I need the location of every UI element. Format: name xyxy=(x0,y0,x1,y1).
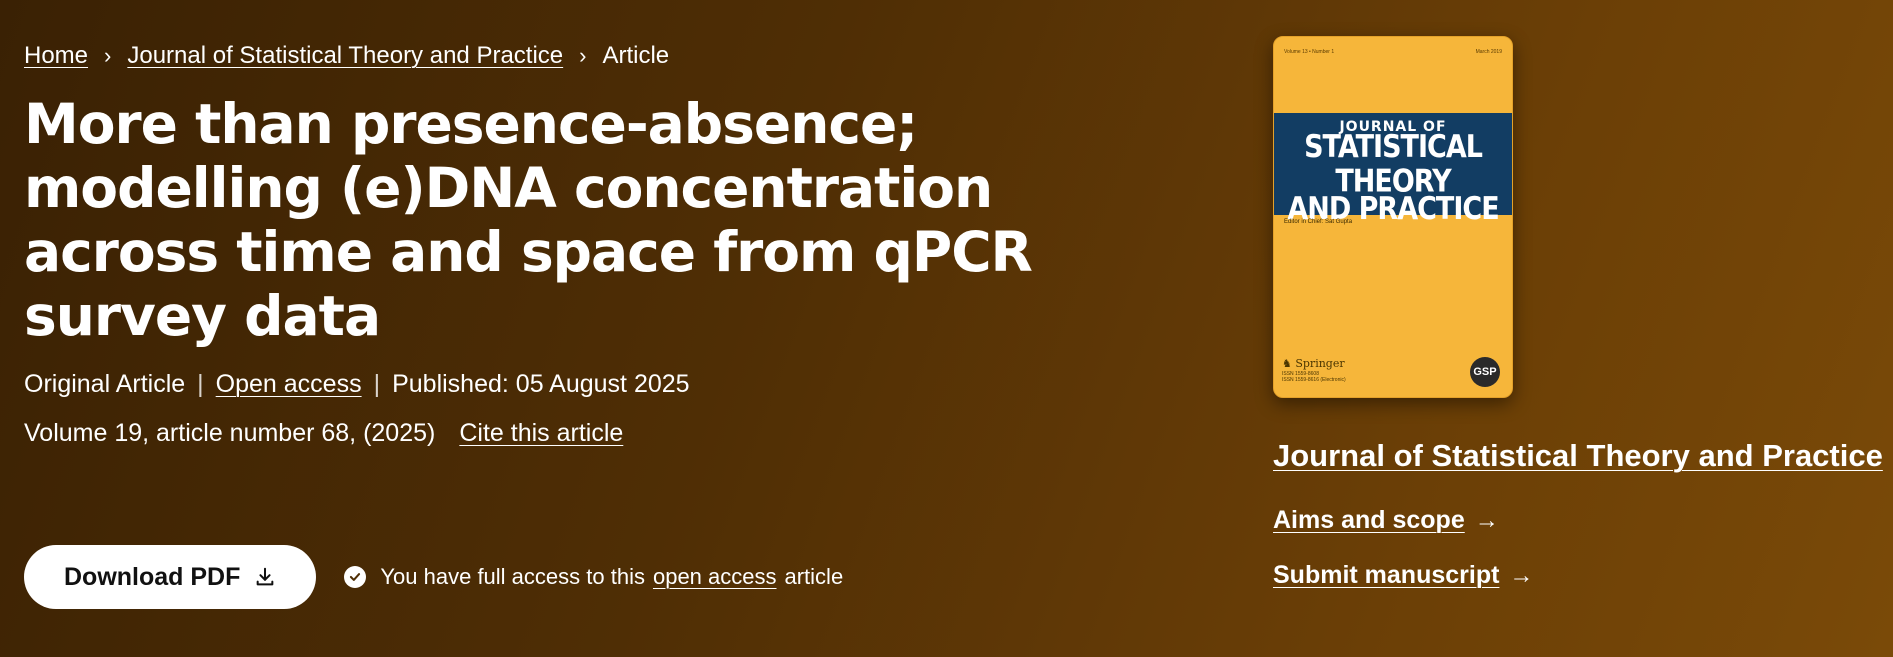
breadcrumb-journal-link[interactable]: Journal of Statistical Theory and Practi… xyxy=(127,42,563,70)
volume-info: Volume 19, article number 68, (2025) xyxy=(24,419,436,447)
journal-title-link[interactable]: Journal of Statistical Theory and Practi… xyxy=(1273,438,1883,474)
cover-date: March 2019 xyxy=(1475,49,1502,55)
download-pdf-button[interactable]: Download PDF xyxy=(24,545,317,609)
article-volume-row: Volume 19, article number 68, (2025) Cit… xyxy=(24,419,1154,448)
download-row: Download PDF You have full access to thi… xyxy=(24,545,843,609)
cover-title-band: JOURNAL OF STATISTICAL THEORY AND PRACTI… xyxy=(1274,113,1512,227)
journal-sidebar: Journal of Statistical Theory and Practi… xyxy=(1273,438,1883,590)
cover-publisher: Springer xyxy=(1295,357,1345,370)
arrow-right-icon: → xyxy=(1509,561,1534,589)
cover-issue: Volume 13 • Number 1 xyxy=(1284,49,1335,55)
download-pdf-label: Download PDF xyxy=(64,562,241,591)
springer-logo: ♞ Springer xyxy=(1282,357,1345,370)
breadcrumb-current: Article xyxy=(602,42,670,69)
check-circle-icon xyxy=(344,566,367,588)
cite-article-link[interactable]: Cite this article xyxy=(459,419,623,448)
download-icon xyxy=(257,567,274,586)
cover-isbn2: ISSN 1559-8616 (Electronic) xyxy=(1282,377,1346,383)
chevron-right-icon: › xyxy=(579,43,587,68)
journal-cover-image[interactable]: Volume 13 • Number 1 March 2019 JOURNAL … xyxy=(1273,36,1513,398)
aims-scope-link[interactable]: Aims and scope xyxy=(1273,506,1465,535)
article-type: Original Article xyxy=(24,370,186,398)
published-date: Published: 05 August 2025 xyxy=(392,370,690,398)
page-title: More than presence-absence; modelling (e… xyxy=(24,92,1033,348)
chevron-right-icon: › xyxy=(104,43,112,68)
arrow-right-icon: → xyxy=(1474,506,1499,534)
submit-manuscript-row: Submit manuscript → xyxy=(1273,561,1883,590)
aims-scope-row: Aims and scope → xyxy=(1273,506,1883,535)
article-header: Home › Journal of Statistical Theory and… xyxy=(24,38,1154,448)
open-access-link[interactable]: Open access xyxy=(216,370,362,399)
submit-manuscript-link[interactable]: Submit manuscript xyxy=(1273,561,1499,590)
cover-title-line2: STATISTICAL THEORY xyxy=(1304,129,1483,200)
divider: | xyxy=(373,370,381,398)
gsp-logo: GSP xyxy=(1470,357,1500,387)
access-suffix: article xyxy=(784,564,844,589)
access-open-access-link[interactable]: open access xyxy=(653,564,777,590)
cover-isbn: ISSN 1559-8608 ISSN 1559-8616 (Electroni… xyxy=(1282,371,1346,383)
cover-top-line: Volume 13 • Number 1 March 2019 xyxy=(1284,49,1502,55)
access-notice: You have full access to this open access… xyxy=(344,564,843,590)
breadcrumb-home-link[interactable]: Home xyxy=(24,42,88,70)
access-prefix: You have full access to this xyxy=(380,564,645,589)
divider: | xyxy=(197,370,204,398)
breadcrumb: Home › Journal of Statistical Theory and… xyxy=(24,38,1154,74)
article-meta: Original Article | Open access | Publish… xyxy=(24,370,1154,399)
cover-editor: Editor in Chief: Sat Gupta xyxy=(1284,219,1353,225)
